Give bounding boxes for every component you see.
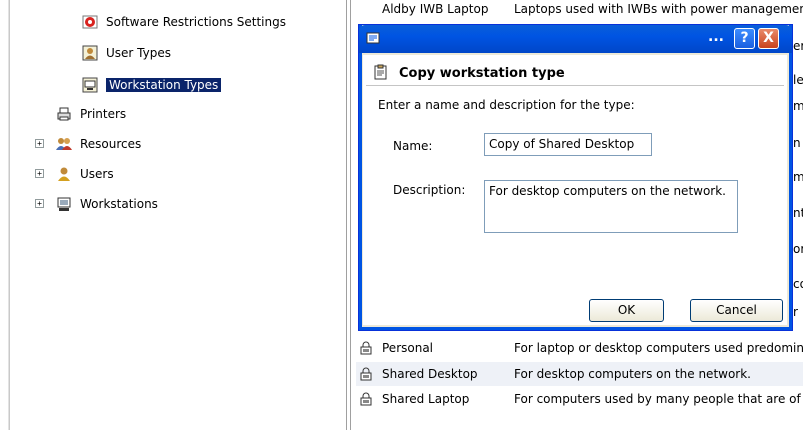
row-description: For computers used by many people that a… <box>514 392 801 406</box>
name-label: Name: <box>393 139 433 153</box>
tree-item-user-types[interactable]: User Types <box>82 42 171 64</box>
tree-item-workstations[interactable]: Workstations <box>56 193 158 215</box>
row-description-fragment: m <box>793 99 803 113</box>
row-description-fragment: le <box>793 73 803 87</box>
row-description: For desktop computers on the network. <box>514 367 751 381</box>
row-name: Aldby IWB Laptop <box>382 2 489 16</box>
user-type-icon <box>82 45 98 61</box>
description-field[interactable]: For desktop computers on the network. <box>484 180 738 233</box>
row-description-fragment: nt <box>793 206 803 220</box>
computer-icon <box>56 196 72 212</box>
tree-item-label: Workstations <box>80 197 158 211</box>
tree-item-label: Users <box>80 167 114 181</box>
dialog-instruction: Enter a name and description for the typ… <box>378 98 635 112</box>
dialog-titlebar[interactable]: ... ? X <box>359 25 792 53</box>
cancel-button[interactable]: Cancel <box>690 299 783 322</box>
copy-workstation-type-dialog: ... ? X Copy workstation type Enter a na… <box>359 25 792 330</box>
expand-workstations-icon[interactable]: + <box>35 199 44 208</box>
row-description-fragment: r <box>793 305 798 319</box>
row-description-fragment: co <box>793 277 803 291</box>
lock-icon <box>358 341 374 355</box>
dialog-content: Copy workstation type Enter a name and d… <box>363 55 787 325</box>
clipboard-icon <box>373 64 389 83</box>
tree-item-software-restrictions[interactable]: Software Restrictions Settings <box>82 11 286 33</box>
row-description-fragment: er <box>793 39 803 53</box>
dialog-header: Copy workstation type <box>363 63 787 83</box>
row-description-fragment: n <box>793 136 801 150</box>
pane-splitter[interactable] <box>346 0 354 430</box>
tree-item-label: Resources <box>80 137 142 151</box>
row-description-fragment: m <box>793 170 803 184</box>
people-icon <box>56 136 72 152</box>
list-row[interactable]: Personal For laptop or desktop computers… <box>356 336 803 360</box>
row-description-fragment: or <box>793 242 803 256</box>
expand-users-icon[interactable]: + <box>35 169 44 178</box>
row-name: Shared Desktop <box>382 367 478 381</box>
tree-item-workstation-types[interactable]: Workstation Types <box>82 74 223 96</box>
ok-button[interactable]: OK <box>589 299 664 322</box>
row-name: Personal <box>382 341 434 355</box>
tree-item-label: Workstation Types <box>104 77 223 93</box>
tree-item-resources[interactable]: Resources <box>56 133 141 155</box>
tree-item-printers[interactable]: Printers <box>56 103 126 125</box>
header-divider <box>366 85 784 86</box>
printer-icon <box>56 106 72 122</box>
user-icon <box>56 166 72 182</box>
list-row[interactable]: Shared Laptop For computers used by many… <box>356 387 803 411</box>
list-row[interactable]: Aldby IWB Laptop Laptops used with IWBs … <box>356 0 803 21</box>
list-row[interactable]: Shared Desktop For desktop computers on … <box>356 362 803 386</box>
row-description: Laptops used with IWBs with power manage… <box>514 2 803 16</box>
close-button[interactable]: X <box>758 28 779 49</box>
shield-icon <box>82 14 98 30</box>
tree-item-label: Software Restrictions Settings <box>106 15 286 29</box>
tree-pane: Software Restrictions Settings User Type… <box>0 0 346 430</box>
row-description: For laptop or desktop computers used pre… <box>514 341 803 355</box>
row-name: Shared Laptop <box>382 392 470 406</box>
help-button[interactable]: ? <box>734 28 755 49</box>
app-icon <box>365 30 381 46</box>
tree-item-users[interactable]: Users <box>56 163 114 185</box>
lock-icon <box>358 367 374 381</box>
lock-icon <box>358 392 374 406</box>
tree-item-label: Printers <box>80 107 127 121</box>
dialog-heading: Copy workstation type <box>399 65 565 81</box>
workstation-icon <box>82 77 98 93</box>
expand-resources-icon[interactable]: + <box>35 139 44 148</box>
tree-item-label: User Types <box>106 46 171 60</box>
titlebar-dots: ... <box>708 29 724 45</box>
description-label: Description: <box>393 183 466 197</box>
name-field[interactable]: Copy of Shared Desktop <box>484 133 652 156</box>
